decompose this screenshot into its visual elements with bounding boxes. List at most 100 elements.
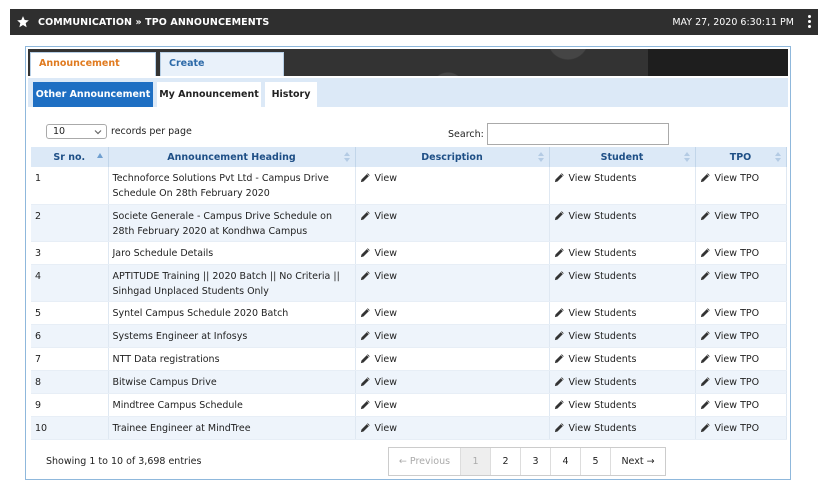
view-tpo-link[interactable]: View TPO xyxy=(700,400,759,411)
pagination-page-4[interactable]: 4 xyxy=(551,448,581,475)
view-tpo-link[interactable]: View TPO xyxy=(700,376,760,388)
pencil-icon xyxy=(554,307,565,318)
cell-description: View xyxy=(355,167,550,205)
pencil-icon xyxy=(700,172,711,183)
view-description-link[interactable]: View xyxy=(360,330,397,342)
view-students-link[interactable]: View Students xyxy=(554,400,636,411)
link-label: View TPO xyxy=(714,173,760,184)
link-label: View TPO xyxy=(714,307,760,319)
column-header-heading[interactable]: Announcement Heading xyxy=(108,147,356,167)
pagination-next[interactable]: Next → xyxy=(611,448,665,475)
cell-tpo: View TPO xyxy=(695,204,787,242)
pencil-icon xyxy=(700,247,711,258)
pencil-icon xyxy=(554,376,565,387)
sort-icon xyxy=(537,152,544,162)
view-tpo-link[interactable]: View TPO xyxy=(700,210,760,222)
view-tpo-link[interactable]: View TPO xyxy=(700,331,759,342)
view-description-link[interactable]: View xyxy=(360,307,397,319)
view-students-link[interactable]: View Students xyxy=(554,376,636,388)
column-header-sr-no[interactable]: Sr no. xyxy=(31,147,109,167)
cell-heading: Syntel Campus Schedule 2020 Batch xyxy=(108,301,356,325)
view-students-link[interactable]: View Students xyxy=(554,247,637,259)
view-tpo-link[interactable]: View TPO xyxy=(700,172,760,184)
view-description-link[interactable]: View xyxy=(360,210,397,222)
pencil-icon xyxy=(360,422,371,433)
view-students-link[interactable]: View Students xyxy=(554,331,636,342)
search-input[interactable] xyxy=(486,123,669,145)
cell-description: View xyxy=(355,241,550,265)
cell-description: View xyxy=(355,204,550,242)
view-students-link[interactable]: View Students xyxy=(554,422,636,434)
view-description-link[interactable]: View xyxy=(360,354,397,365)
pagination-page-2[interactable]: 2 xyxy=(491,448,521,475)
table-row: 9 Mindtree Campus Schedule View View Studen… xyxy=(31,393,787,417)
pencil-icon xyxy=(360,210,371,221)
pencil-icon xyxy=(360,330,371,341)
view-tpo-link[interactable]: View TPO xyxy=(700,247,759,259)
pagination-page-3[interactable]: 3 xyxy=(521,448,551,475)
view-description-link[interactable]: View xyxy=(360,399,398,411)
pencil-icon xyxy=(360,399,371,410)
cell-sr-no: 6 xyxy=(31,324,109,348)
cell-sr-no: 2 xyxy=(31,204,109,242)
link-label: View TPO xyxy=(714,376,760,388)
column-header-student[interactable]: Student xyxy=(549,147,696,167)
cell-student: View Students xyxy=(549,241,696,265)
view-students-link[interactable]: View Students xyxy=(554,173,636,184)
view-tpo-link[interactable]: View TPO xyxy=(700,423,759,434)
view-description-link[interactable]: View xyxy=(360,248,397,259)
view-description-link[interactable]: View xyxy=(360,376,397,388)
table-row: 8 Bitwise Campus Drive View View Students Vi… xyxy=(31,370,787,394)
length-menu: 10 records per page xyxy=(46,124,192,139)
view-students-link[interactable]: View Students xyxy=(554,353,637,365)
table-row: 5 Syntel Campus Schedule 2020 Batch View Vi… xyxy=(31,301,787,325)
link-label: View xyxy=(374,399,398,411)
subtab-history[interactable]: History xyxy=(265,82,317,107)
cell-sr-no: 4 xyxy=(31,264,109,302)
records-per-page-select[interactable]: 10 xyxy=(46,124,107,139)
link-label: View Students xyxy=(568,307,637,319)
link-label: View Students xyxy=(568,353,637,365)
pagination-page-5[interactable]: 5 xyxy=(581,448,611,475)
column-label: TPO xyxy=(729,151,752,163)
column-header-tpo[interactable]: TPO xyxy=(695,147,787,167)
table-row: 10 Trainee Engineer at MindTree View View S… xyxy=(31,416,787,440)
cell-description: View xyxy=(355,324,550,348)
pencil-icon xyxy=(700,210,711,221)
pagination-page-1[interactable]: 1 xyxy=(461,448,491,475)
view-description-link[interactable]: View xyxy=(360,422,397,434)
cell-description: View xyxy=(355,301,550,325)
cell-student: View Students xyxy=(549,301,696,325)
pencil-icon xyxy=(360,376,371,387)
link-label: View TPO xyxy=(714,210,760,222)
pencil-icon xyxy=(554,210,565,221)
view-tpo-link[interactable]: View TPO xyxy=(700,271,759,282)
column-header-description[interactable]: Description xyxy=(355,147,550,167)
view-students-link[interactable]: View Students xyxy=(554,210,637,222)
announcement-panel: Announcement History Create Announcement… xyxy=(25,46,791,480)
search-area: Search: xyxy=(448,123,669,145)
pencil-icon xyxy=(554,422,565,433)
tab-create-announcement[interactable]: Create Announcement xyxy=(160,52,284,76)
search-label: Search: xyxy=(448,128,484,140)
subtab-my-announcement[interactable]: My Announcement xyxy=(157,82,261,107)
pencil-icon xyxy=(360,307,371,318)
pencil-icon xyxy=(554,353,565,364)
pagination-previous[interactable]: ← Previous xyxy=(389,448,461,475)
view-tpo-link[interactable]: View TPO xyxy=(700,307,760,319)
tab-announcement-history[interactable]: Announcement History xyxy=(30,52,156,76)
view-students-link[interactable]: View Students xyxy=(554,271,636,282)
view-description-link[interactable]: View xyxy=(360,270,397,282)
more-options-icon[interactable] xyxy=(808,15,812,29)
link-label: View Students xyxy=(568,210,637,222)
star-icon[interactable] xyxy=(16,14,32,30)
link-label: View Students xyxy=(568,247,637,259)
cell-sr-no: 3 xyxy=(31,241,109,265)
pencil-icon xyxy=(360,270,371,281)
subtab-other-announcement[interactable]: Other Announcement xyxy=(33,82,153,107)
view-tpo-link[interactable]: View TPO xyxy=(700,354,759,365)
cell-heading: Bitwise Campus Drive xyxy=(108,370,356,394)
column-label: Description xyxy=(421,151,483,163)
view-students-link[interactable]: View Students xyxy=(554,307,637,319)
view-description-link[interactable]: View xyxy=(360,173,397,184)
